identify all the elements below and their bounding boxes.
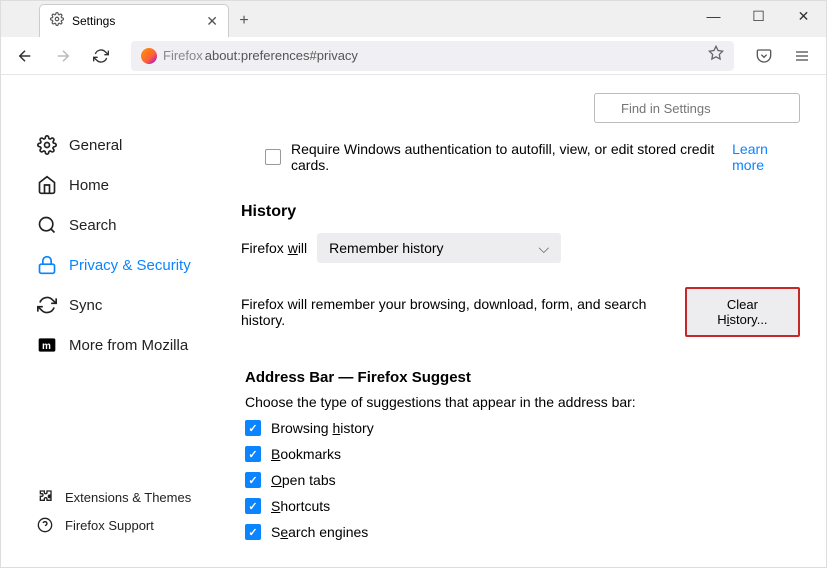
history-mode-select[interactable]: Remember history ⌵ [317,233,561,263]
searchengines-label: Search engines [271,524,368,540]
sidebar-label: Privacy & Security [69,257,191,274]
svg-text:m: m [42,341,51,352]
back-button[interactable] [11,42,39,70]
addressbar-subheading: Choose the type of suggestions that appe… [245,394,800,410]
window-controls: — ☐ ✕ [691,1,826,31]
search-icon [37,215,57,235]
sidebar-label: Search [69,217,117,234]
chevron-down-icon: ⌵ [539,240,550,257]
sidebar-label: Extensions & Themes [65,490,191,505]
sidebar-item-sync[interactable]: Sync [31,285,221,325]
sidebar-item-privacy[interactable]: Privacy & Security [31,245,221,285]
titlebar: Settings ✕ + — ☐ ✕ [1,1,826,37]
sidebar-item-more[interactable]: m More from Mozilla [31,325,221,365]
searchengines-checkbox[interactable] [245,524,261,540]
help-icon [37,517,53,533]
history-description: Firefox will remember your browsing, dow… [241,296,685,328]
shortcuts-checkbox[interactable] [245,498,261,514]
sidebar: General Home Search Privacy & Security S… [1,75,221,569]
gear-icon [50,12,64,31]
firefox-will-label: Firefox will [241,240,307,256]
sidebar-label: More from Mozilla [69,337,188,354]
addressbar-heading: Address Bar — Firefox Suggest [245,369,800,386]
sidebar-item-home[interactable]: Home [31,165,221,205]
bookmarks-label: Bookmarks [271,446,341,462]
opentabs-label: Open tabs [271,472,336,488]
new-tab-button[interactable]: + [229,4,259,37]
shortcuts-label: Shortcuts [271,498,330,514]
tab-title: Settings [72,14,198,28]
minimize-button[interactable]: — [691,1,736,31]
select-value: Remember history [329,240,443,256]
lock-icon [37,255,57,275]
sidebar-item-support[interactable]: Firefox Support [31,511,221,539]
url-text: Firefox about:preferences#privacy [163,48,358,63]
sidebar-item-general[interactable]: General [31,125,221,165]
clear-history-button[interactable]: Clear History... [685,287,800,337]
history-heading: History [241,203,800,221]
close-button[interactable]: ✕ [781,1,826,31]
firefox-icon [141,48,157,64]
browsing-history-checkbox[interactable] [245,420,261,436]
browsing-history-label: Browsing history [271,420,374,436]
learn-more-link[interactable]: Learn more [732,141,800,173]
settings-search-input[interactable] [594,93,800,123]
sidebar-label: Firefox Support [65,518,154,533]
bookmark-star-icon[interactable] [708,45,724,66]
sidebar-item-search[interactable]: Search [31,205,221,245]
sidebar-label: Sync [69,297,102,314]
sidebar-label: General [69,137,122,154]
toolbar: Firefox about:preferences#privacy [1,37,826,75]
puzzle-icon [37,489,53,505]
windows-auth-checkbox[interactable] [265,149,281,165]
menu-icon[interactable] [788,42,816,70]
pocket-icon[interactable] [750,42,778,70]
opentabs-checkbox[interactable] [245,472,261,488]
bookmarks-checkbox[interactable] [245,446,261,462]
gear-icon [37,135,57,155]
reload-button[interactable] [87,42,115,70]
close-icon[interactable]: ✕ [206,13,218,30]
main-pane: Require Windows authentication to autofi… [221,75,826,569]
maximize-button[interactable]: ☐ [736,1,781,31]
mozilla-icon: m [37,335,57,355]
browser-tab[interactable]: Settings ✕ [39,4,229,37]
forward-button[interactable] [49,42,77,70]
windows-auth-label: Require Windows authentication to autofi… [291,141,732,173]
sidebar-item-extensions[interactable]: Extensions & Themes [31,483,221,511]
sidebar-label: Home [69,177,109,194]
url-bar[interactable]: Firefox about:preferences#privacy [131,41,734,71]
sync-icon [37,295,57,315]
home-icon [37,175,57,195]
